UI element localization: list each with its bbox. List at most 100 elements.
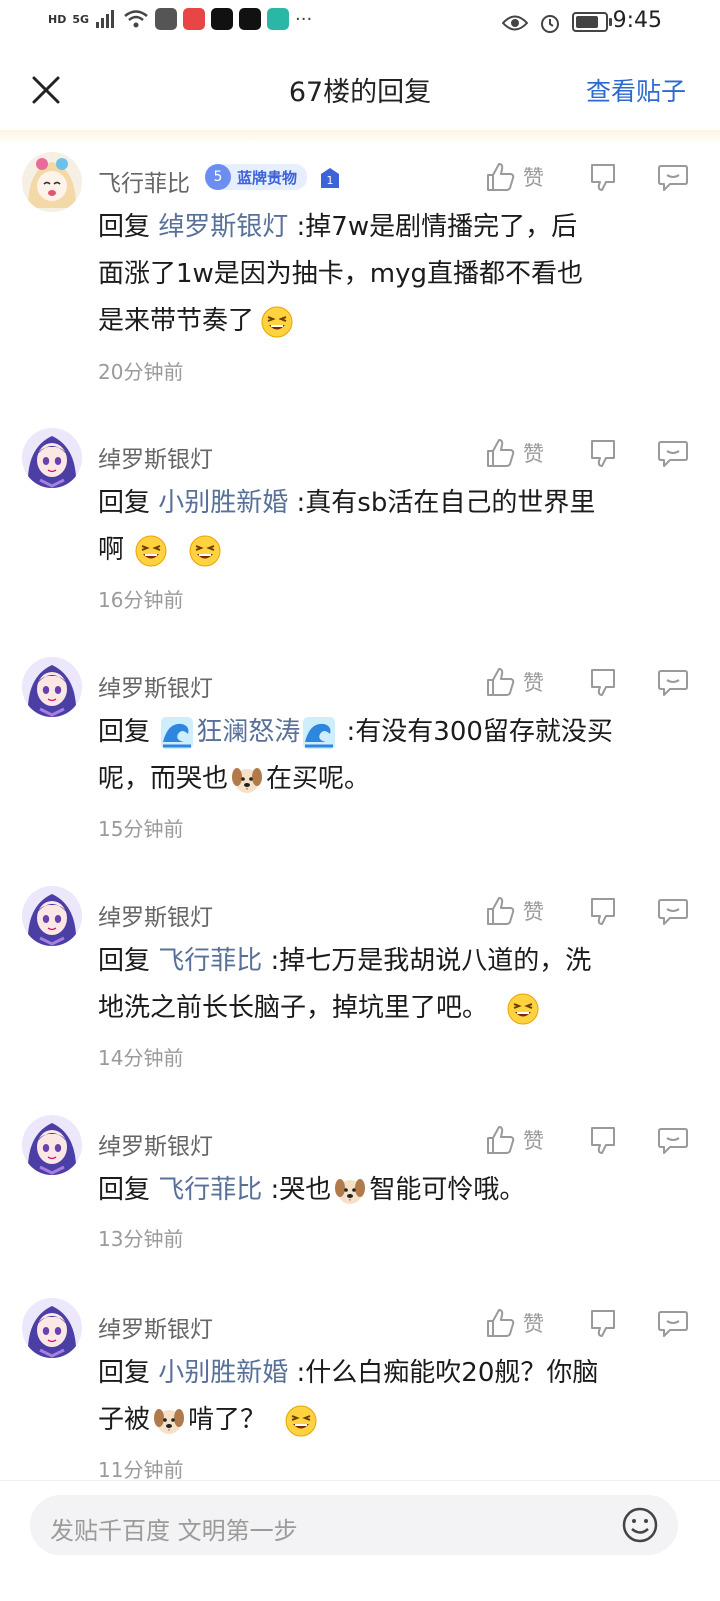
dislike-icon[interactable] [586, 665, 620, 699]
reply-icon[interactable] [656, 665, 690, 699]
wave-emoji-icon [302, 716, 336, 750]
comment-content: 回复 小别胜新婚 :什么白痴能吹20舰？你脑 子被 啃了？ [98, 1350, 698, 1444]
thumbs-up-icon [483, 1306, 517, 1340]
username[interactable]: 绰罗斯银灯 [98, 1310, 213, 1344]
comment-text: 智能可怜哦。 [369, 1175, 526, 1205]
avatar[interactable] [22, 886, 82, 946]
comment-text: :掉七万是我胡说八道的，洗 [262, 946, 592, 976]
comment-text: 啊 [98, 535, 125, 565]
eye-icon [502, 15, 528, 31]
hd-indicator: HD [48, 12, 67, 26]
grin-emoji-icon [188, 534, 222, 568]
like-button[interactable]: 赞 [483, 436, 544, 470]
avatar[interactable] [22, 657, 82, 717]
comment-text: :真有sb活在自己的世界里 [288, 488, 596, 518]
like-button[interactable]: 赞 [483, 160, 544, 194]
avatar[interactable] [22, 1115, 82, 1175]
dislike-icon[interactable] [586, 894, 620, 928]
comment-text: 地洗之前长长脑子，掉坑里了吧。 [98, 993, 489, 1023]
thumbs-up-icon [483, 894, 517, 928]
tiktok-icon [239, 8, 262, 30]
reply-icon[interactable] [656, 160, 690, 194]
comment-item: 绰罗斯银灯 赞 回复 小别胜新婚 :什么白痴能吹20舰？你脑 子被 啃了？ 11分… [0, 1288, 720, 1488]
status-bar: HD 5G ··· 9:45 [0, 0, 720, 46]
comment-actions: 赞 [483, 665, 690, 699]
username[interactable]: 飞行菲比 [98, 164, 190, 198]
reply-icon[interactable] [656, 1123, 690, 1157]
thumbs-up-icon [483, 160, 517, 194]
wave-emoji-icon [160, 716, 194, 750]
comment-content: 回复 飞行菲比 :掉七万是我胡说八道的，洗 地洗之前长长脑子，掉坑里了吧。 [98, 938, 698, 1032]
timestamp: 11分钟前 [98, 1458, 184, 1482]
dog-emoji-icon [230, 763, 264, 797]
username[interactable]: 绰罗斯银灯 [98, 669, 213, 703]
like-button[interactable]: 赞 [483, 1306, 544, 1340]
comment-text: :哭也 [262, 1175, 332, 1205]
comment-text: 呢，而哭也 [98, 764, 229, 794]
grin-emoji-icon [134, 534, 168, 568]
comment-item: 绰罗斯银灯 赞 回复 飞行菲比 :哭也 智能可怜哦。 13分钟前 [0, 1105, 720, 1275]
signal-bars-icon [96, 10, 115, 28]
reply-icon[interactable] [656, 436, 690, 470]
like-button[interactable]: 赞 [483, 1123, 544, 1157]
like-label: 赞 [523, 166, 544, 190]
wifi-icon [124, 10, 148, 28]
timestamp: 13分钟前 [98, 1227, 184, 1251]
comment-item: 绰罗斯银灯 赞 回复 狂澜怒涛 :有没有300留存就没买 呢，而哭也 在买呢。 1… [0, 647, 720, 857]
bottom-input-bar: 发贴千百度 文明第一步 [0, 1480, 720, 1601]
like-label: 赞 [523, 671, 544, 695]
nav-divider [0, 130, 720, 142]
emoji-picker-icon[interactable] [620, 1505, 660, 1545]
svg-text:1: 1 [327, 174, 334, 187]
comment-content: 回复 绰罗斯银灯 :掉7w是剧情播完了，后 面涨了1w是因为抽卡，myg直播都不… [98, 204, 698, 345]
reply-target-user[interactable]: 飞行菲比 [158, 946, 262, 976]
avatar[interactable] [22, 428, 82, 488]
dislike-icon[interactable] [586, 1123, 620, 1157]
dislike-icon[interactable] [586, 436, 620, 470]
top-nav: 67楼的回复 查看贴子 [0, 50, 720, 130]
comment-text: :掉7w是剧情播完了，后 [288, 212, 578, 242]
dislike-icon[interactable] [586, 1306, 620, 1340]
timestamp: 16分钟前 [98, 588, 184, 612]
clock: 9:45 [612, 8, 662, 33]
view-post-link[interactable]: 查看贴子 [586, 72, 686, 108]
comment-item: 飞行菲比 5 蓝牌贵物 1 赞 回复 绰罗斯银灯 :掉7w是剧情播完了，后 面涨… [0, 142, 720, 392]
status-left: HD 5G ··· [48, 8, 312, 30]
reply-target-user[interactable]: 小别胜新婚 [158, 488, 288, 518]
like-label: 赞 [523, 1312, 544, 1336]
comment-text: 是来带节奏了 [98, 306, 255, 336]
dislike-icon[interactable] [586, 160, 620, 194]
reply-target-user[interactable]: 飞行菲比 [158, 1175, 262, 1205]
reply-target-user[interactable]: 绰罗斯银灯 [158, 212, 288, 242]
username[interactable]: 绰罗斯银灯 [98, 1127, 213, 1161]
app-notification-icon [155, 8, 178, 30]
reply-target-user[interactable]: 小别胜新婚 [158, 1358, 288, 1388]
comment-content: 回复 小别胜新婚 :真有sb活在自己的世界里 啊 [98, 480, 698, 574]
reply-target-user[interactable]: 狂澜怒涛 [196, 717, 300, 747]
thumbs-up-icon [483, 1123, 517, 1157]
reply-icon[interactable] [656, 1306, 690, 1340]
comment-content: 回复 狂澜怒涛 :有没有300留存就没买 呢，而哭也 在买呢。 [98, 709, 698, 803]
avatar[interactable] [22, 1298, 82, 1358]
username[interactable]: 绰罗斯银灯 [98, 440, 213, 474]
reply-icon[interactable] [656, 894, 690, 928]
comment-actions: 赞 [483, 894, 690, 928]
like-label: 赞 [523, 900, 544, 924]
username[interactable]: 绰罗斯银灯 [98, 898, 213, 932]
tiktok-icon [211, 8, 234, 30]
like-button[interactable]: 赞 [483, 665, 544, 699]
reply-prefix: 回复 [98, 1358, 159, 1388]
like-label: 赞 [523, 442, 544, 466]
avatar[interactable] [22, 152, 82, 212]
comment-actions: 赞 [483, 1123, 690, 1157]
signal-indicator: 5G [72, 12, 90, 26]
like-button[interactable]: 赞 [483, 894, 544, 928]
comment-text: 在买呢。 [266, 764, 371, 794]
alarm-icon [541, 15, 559, 33]
comment-text: 子被 [98, 1405, 151, 1435]
reply-prefix: 回复 [98, 212, 159, 242]
thumbs-up-icon [483, 436, 517, 470]
timestamp: 15分钟前 [98, 817, 184, 841]
thumbs-up-icon [483, 665, 517, 699]
comment-text: :什么白痴能吹20舰？你脑 [288, 1358, 599, 1388]
